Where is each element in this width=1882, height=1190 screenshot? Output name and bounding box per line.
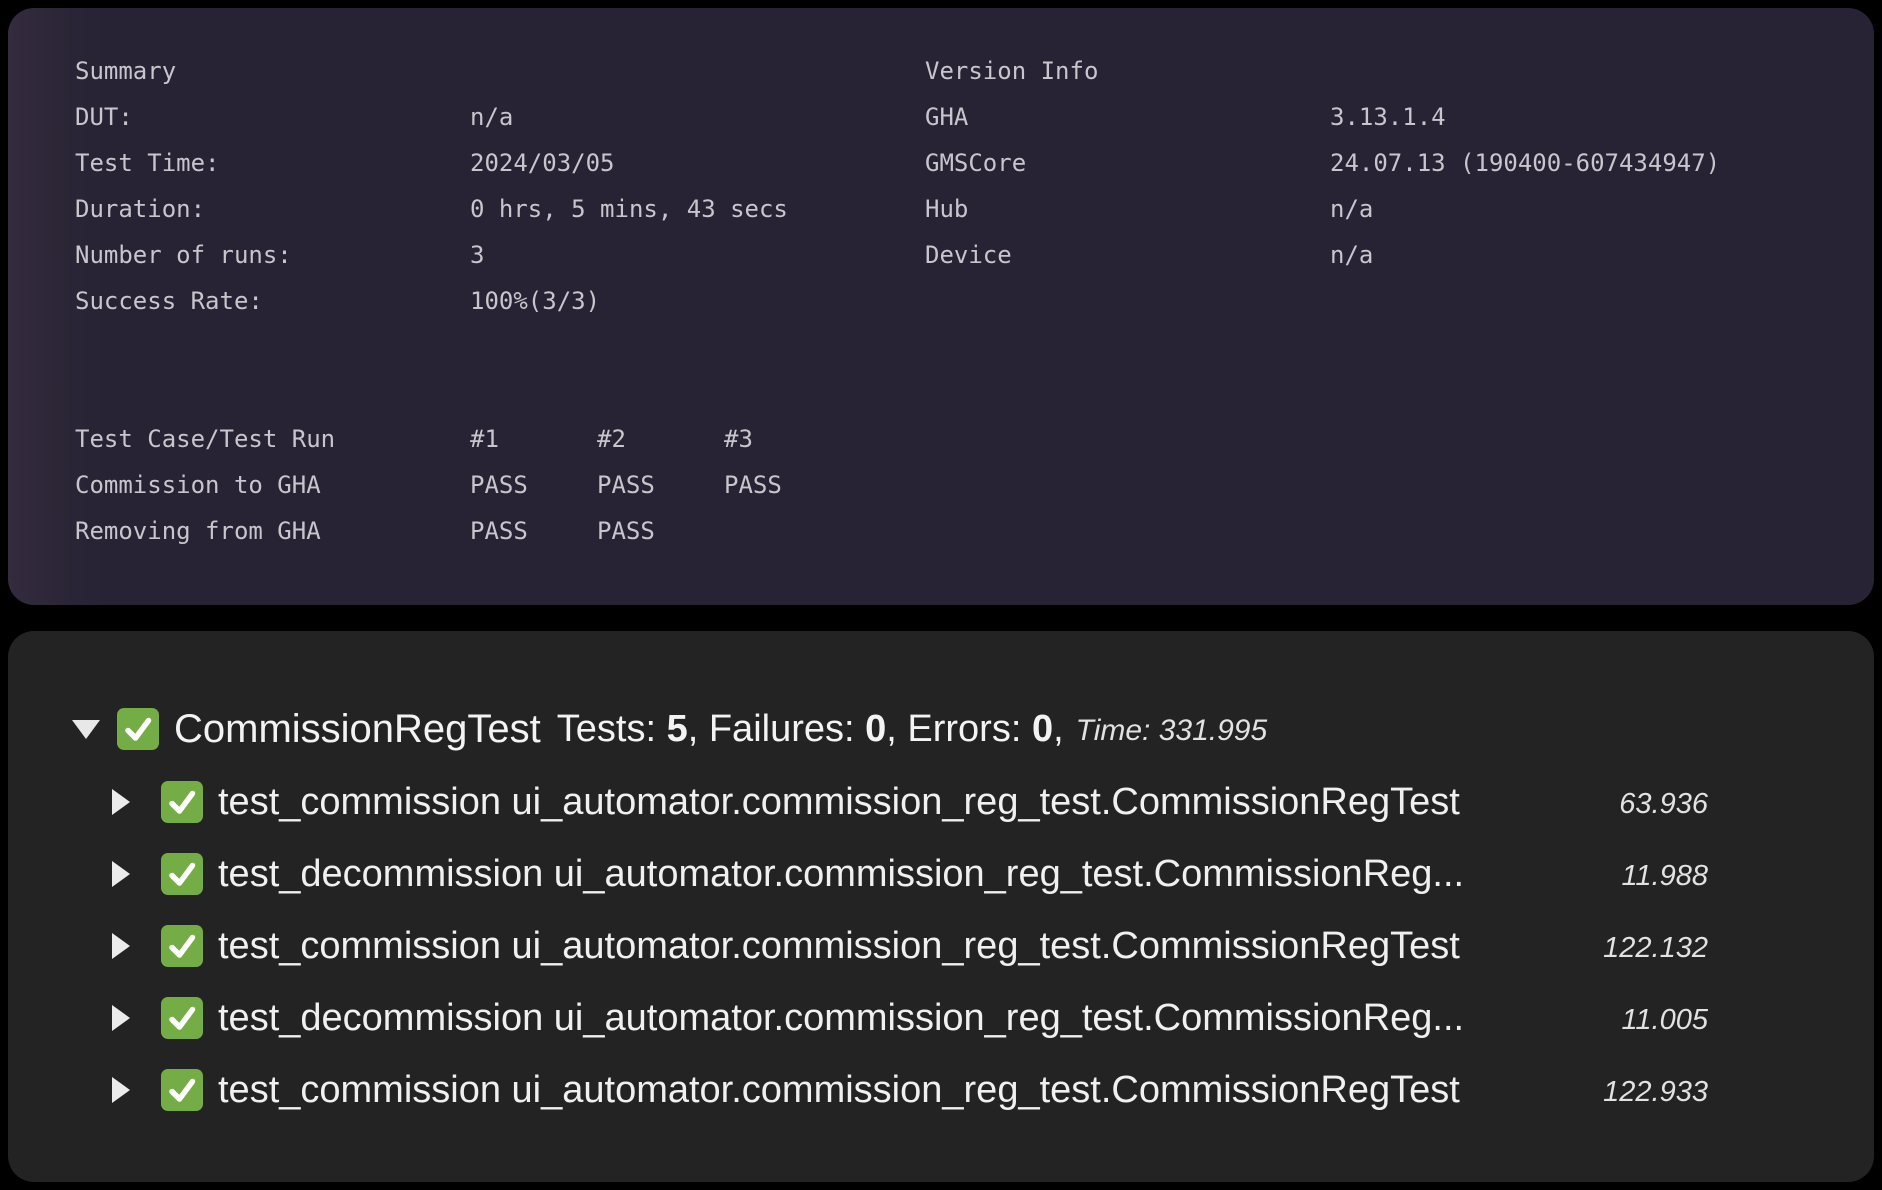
- field-value: 100%(3/3): [470, 278, 600, 324]
- pass-check-icon: [160, 780, 204, 824]
- test-case-time: 122.933: [1588, 1076, 1708, 1109]
- version-row-device: Devicen/a: [925, 232, 1825, 278]
- field-value: n/a: [1330, 232, 1373, 278]
- chevron-right-icon[interactable]: [112, 933, 130, 959]
- run-result: PASS: [724, 462, 851, 508]
- field-label: Number of runs:: [75, 232, 470, 278]
- errors-count: 0: [1032, 708, 1053, 750]
- run-result: [724, 508, 851, 554]
- failures-count: 0: [865, 708, 886, 750]
- version-info-title: Version Info: [925, 48, 1825, 94]
- column-header: #3: [724, 416, 851, 462]
- pass-check-icon: [160, 996, 204, 1040]
- pass-check-icon: [160, 852, 204, 896]
- test-case-row[interactable]: test_commission ui_automator.commission_…: [112, 918, 1708, 974]
- field-label: Duration:: [75, 186, 470, 232]
- field-value: 24.07.13 (190400-607434947): [1330, 140, 1720, 186]
- field-value: 3.13.1.4: [1330, 94, 1446, 140]
- test-case-name: test_decommission ui_automator.commissio…: [218, 997, 1464, 1040]
- field-value: 3: [470, 232, 484, 278]
- test-case-time: 63.936: [1588, 788, 1708, 821]
- version-row-gha: GHA3.13.1.4: [925, 94, 1825, 140]
- test-case-row[interactable]: test_commission ui_automator.commission_…: [112, 774, 1708, 830]
- chevron-right-icon[interactable]: [112, 861, 130, 887]
- chevron-right-icon[interactable]: [112, 1077, 130, 1103]
- pass-check-icon: [160, 924, 204, 968]
- version-row-hub: Hubn/a: [925, 186, 1825, 232]
- test-case-name: Commission to GHA: [75, 462, 470, 508]
- field-label: GHA: [925, 94, 1330, 140]
- field-label: Success Rate:: [75, 278, 470, 324]
- field-value: n/a: [1330, 186, 1373, 232]
- spacer: [75, 324, 875, 416]
- column-header: #2: [597, 416, 724, 462]
- test-case-name: test_decommission ui_automator.commissio…: [218, 853, 1464, 896]
- test-case-row[interactable]: test_commission ui_automator.commission_…: [112, 1062, 1708, 1118]
- test-case-name: test_commission ui_automator.commission_…: [218, 925, 1460, 968]
- run-result: PASS: [597, 508, 724, 554]
- suite-name: CommissionRegTest: [174, 707, 541, 752]
- version-row-gmscore: GMSCore24.07.13 (190400-607434947): [925, 140, 1825, 186]
- field-label: DUT:: [75, 94, 470, 140]
- suite-row[interactable]: CommissionRegTest Tests: 5, Failures: 0,…: [72, 701, 1712, 757]
- chevron-right-icon[interactable]: [112, 789, 130, 815]
- summary-row-dut: DUT:n/a: [75, 94, 875, 140]
- run-table-header: Test Case/Test Run#1#2#3: [75, 416, 875, 462]
- column-header: #1: [470, 416, 597, 462]
- run-result: PASS: [470, 462, 597, 508]
- tests-label: Tests:: [557, 708, 667, 750]
- pass-check-icon: [116, 707, 160, 751]
- summary-row-duration: Duration:0 hrs, 5 mins, 43 secs: [75, 186, 875, 232]
- field-label: Hub: [925, 186, 1330, 232]
- summary-row-success-rate: Success Rate:100%(3/3): [75, 278, 875, 324]
- test-case-time: 122.132: [1588, 932, 1708, 965]
- table-row: Removing from GHAPASSPASS: [75, 508, 875, 554]
- failures-label: , Failures:: [688, 708, 865, 750]
- suite-time: Time: 331.995: [1076, 714, 1268, 748]
- run-result: PASS: [470, 508, 597, 554]
- summary-title: Summary: [75, 48, 875, 94]
- test-case-row[interactable]: test_decommission ui_automator.commissio…: [112, 846, 1708, 902]
- test-case-name: test_commission ui_automator.commission_…: [218, 1069, 1460, 1112]
- tests-count: 5: [667, 708, 688, 750]
- test-case-time: 11.005: [1588, 1004, 1708, 1037]
- test-case-name: test_commission ui_automator.commission_…: [218, 781, 1460, 824]
- summary-row-test-time: Test Time:2024/03/05: [75, 140, 875, 186]
- test-case-name: Removing from GHA: [75, 508, 470, 554]
- summary-row-number-of-runs: Number of runs:3: [75, 232, 875, 278]
- test-results-panel: CommissionRegTest Tests: 5, Failures: 0,…: [8, 631, 1874, 1182]
- test-case-time: 11.988: [1588, 860, 1708, 893]
- field-value: 2024/03/05: [470, 140, 615, 186]
- test-case-row[interactable]: test_decommission ui_automator.commissio…: [112, 990, 1708, 1046]
- chevron-down-icon[interactable]: [72, 720, 100, 739]
- field-value: n/a: [470, 94, 513, 140]
- field-label: Test Time:: [75, 140, 470, 186]
- field-label: Device: [925, 232, 1330, 278]
- field-value: 0 hrs, 5 mins, 43 secs: [470, 186, 788, 232]
- summary-panel: Summary DUT:n/a Test Time:2024/03/05 Dur…: [8, 8, 1874, 605]
- errors-label: , Errors:: [886, 708, 1032, 750]
- suite-stats: Tests: 5, Failures: 0, Errors: 0,: [557, 708, 1064, 751]
- field-label: GMSCore: [925, 140, 1330, 186]
- chevron-right-icon[interactable]: [112, 1005, 130, 1031]
- summary-column: Summary DUT:n/a Test Time:2024/03/05 Dur…: [75, 48, 875, 554]
- run-result: PASS: [597, 462, 724, 508]
- column-header: Test Case/Test Run: [75, 416, 470, 462]
- version-info-column: Version Info GHA3.13.1.4 GMSCore24.07.13…: [925, 48, 1825, 278]
- table-row: Commission to GHAPASSPASSPASS: [75, 462, 875, 508]
- pass-check-icon: [160, 1068, 204, 1112]
- stats-trailing: ,: [1053, 708, 1064, 750]
